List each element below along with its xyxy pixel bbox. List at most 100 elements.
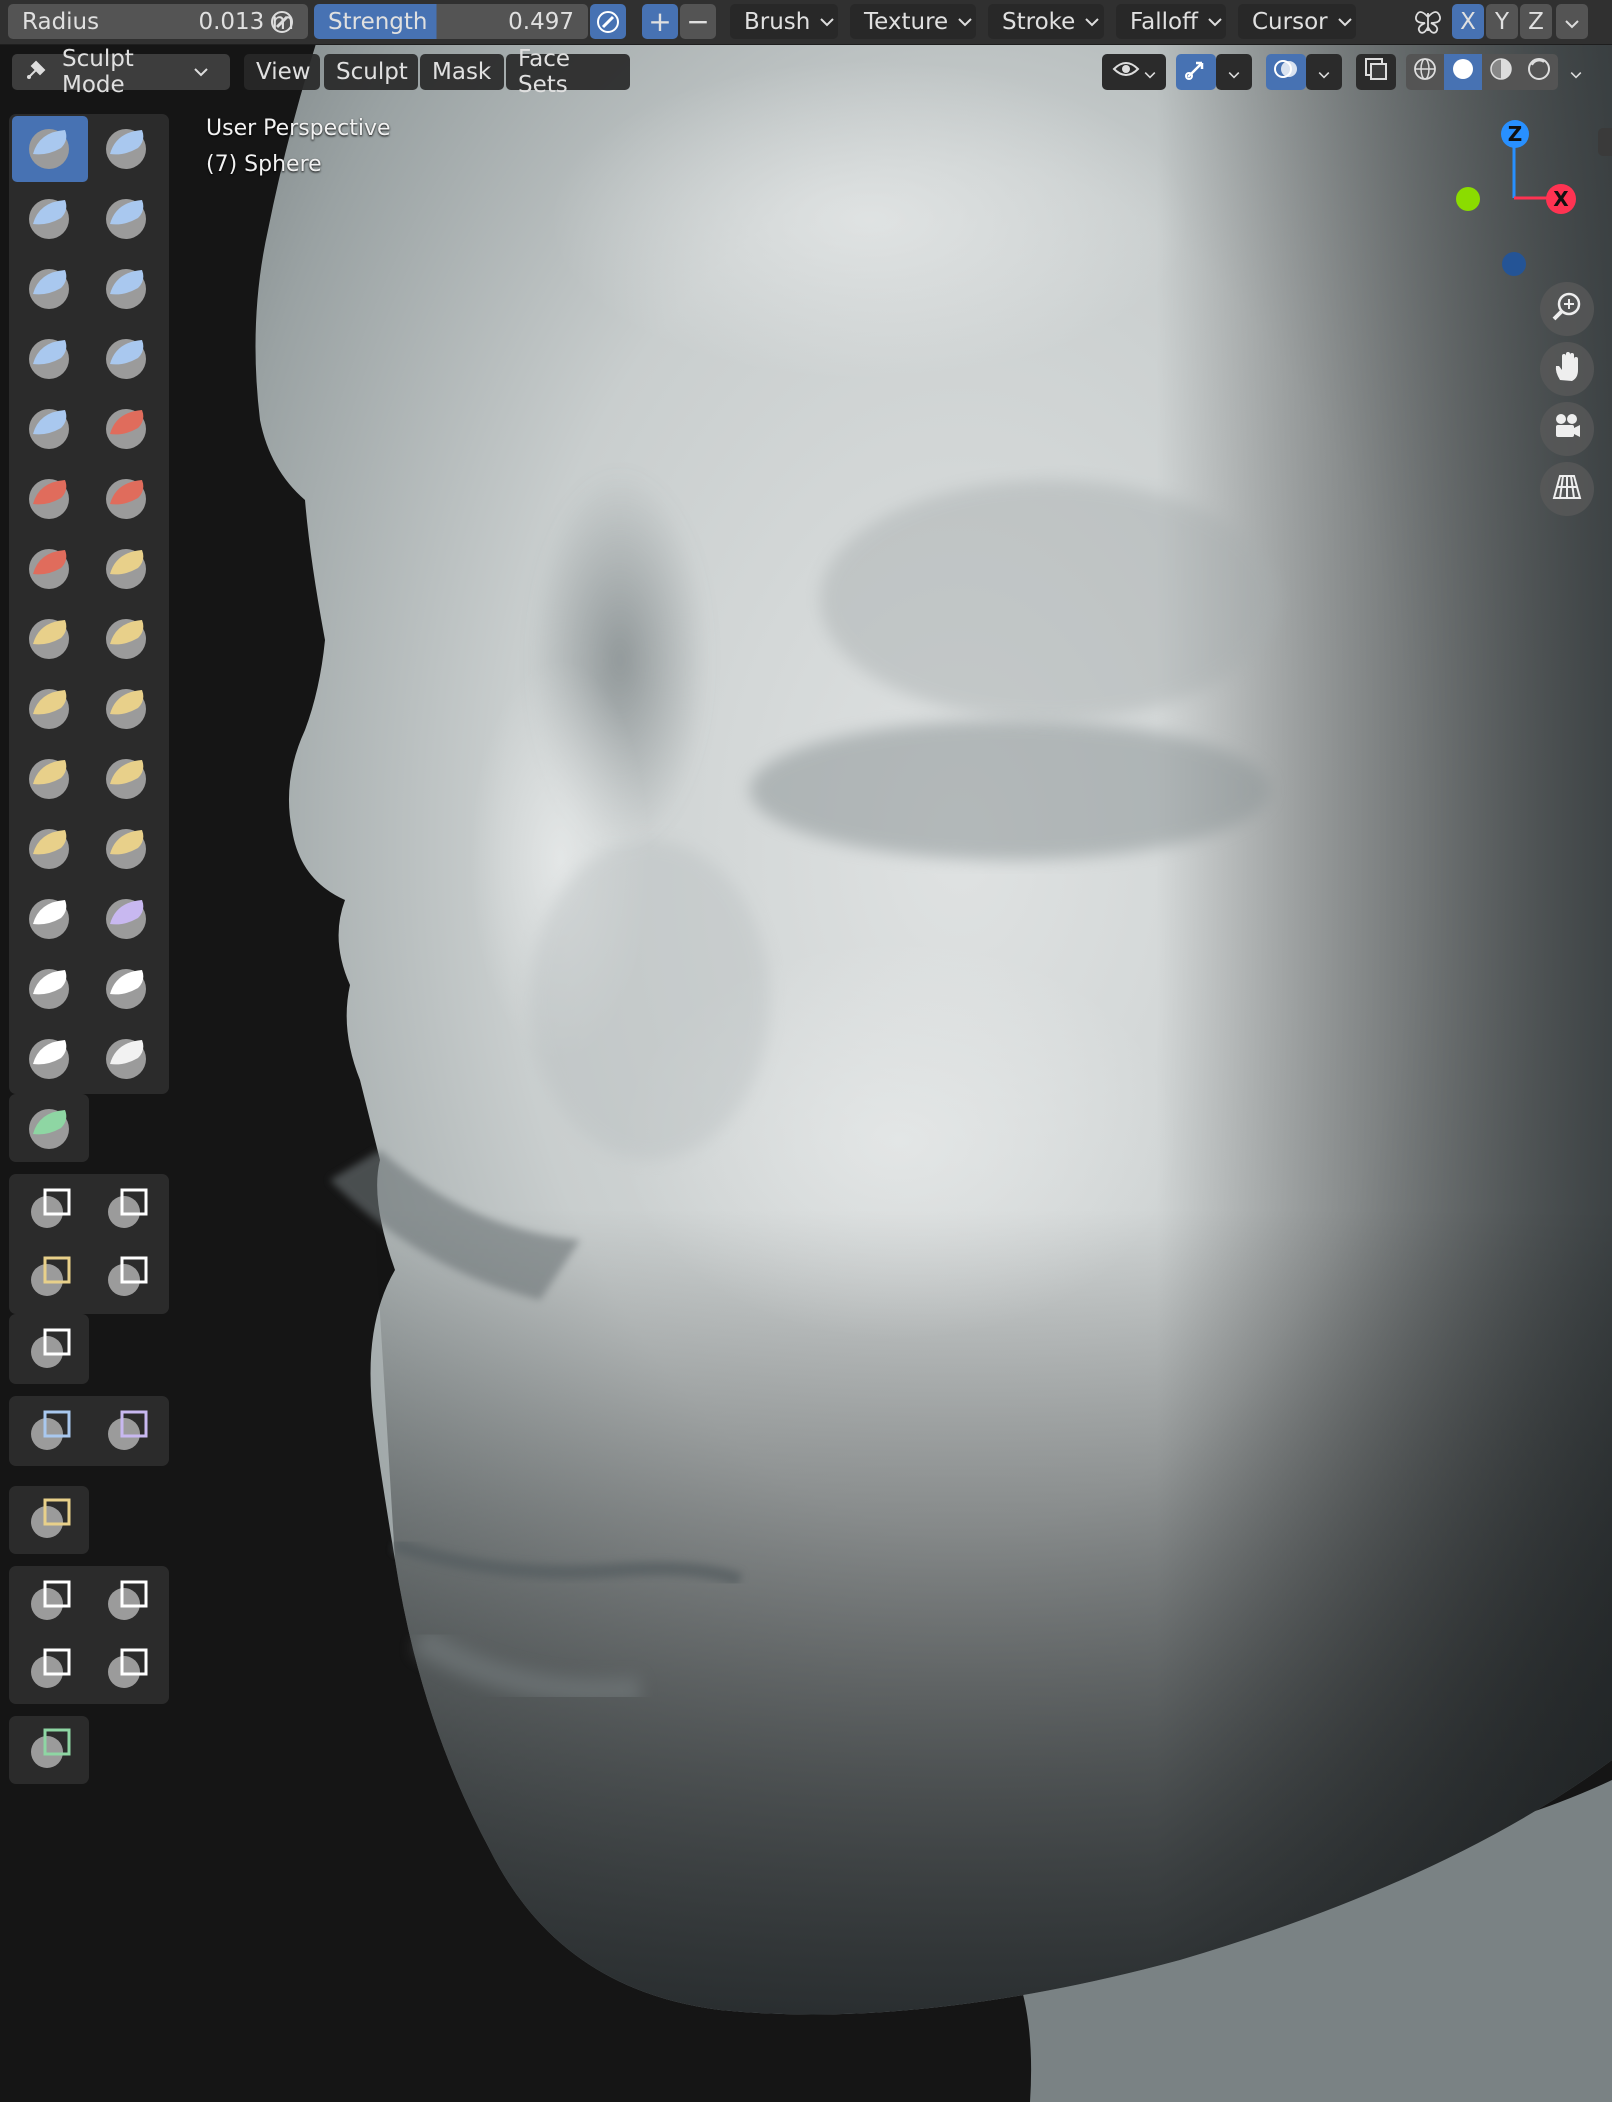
radius-pressure-icon[interactable] bbox=[264, 4, 300, 39]
gizmo-toggle[interactable] bbox=[1176, 54, 1216, 90]
tool-rotate[interactable] bbox=[89, 816, 165, 882]
brush-menu-label: Brush bbox=[744, 8, 811, 35]
tool-inflate[interactable] bbox=[12, 326, 88, 392]
direction-add-button[interactable]: + bbox=[642, 4, 678, 39]
mode-selector[interactable]: Sculpt Mode bbox=[12, 46, 230, 98]
shading-solid-button[interactable] bbox=[1444, 54, 1482, 90]
shading-wireframe-button[interactable] bbox=[1406, 54, 1444, 90]
pan-button[interactable] bbox=[1540, 342, 1594, 396]
falloff-menu[interactable]: Falloff bbox=[1116, 4, 1226, 39]
tool-simplify[interactable] bbox=[89, 956, 165, 1022]
tool-smooth[interactable] bbox=[89, 396, 165, 462]
tool-mesh-filter[interactable] bbox=[12, 1398, 88, 1464]
tool-draw-sharp[interactable] bbox=[89, 116, 165, 182]
tool-mask-box[interactable] bbox=[12, 1176, 88, 1242]
tool-mask[interactable] bbox=[12, 1026, 88, 1092]
tool-thumb[interactable] bbox=[12, 746, 88, 812]
tool-grab[interactable] bbox=[89, 606, 165, 672]
tool-pinch[interactable] bbox=[12, 606, 88, 672]
tool-clay-strips[interactable] bbox=[89, 186, 165, 252]
gizmo-x-axis[interactable]: X bbox=[1546, 184, 1576, 214]
chevron-down-icon bbox=[1570, 59, 1582, 85]
material-sphere-icon bbox=[1488, 56, 1514, 88]
tool-cloth[interactable] bbox=[12, 956, 88, 1022]
draw-brush-icon bbox=[25, 122, 75, 176]
mirror-z-toggle[interactable]: Z bbox=[1520, 4, 1552, 39]
tool-clay[interactable] bbox=[12, 186, 88, 252]
overlays-toggle[interactable] bbox=[1266, 54, 1306, 90]
tool-elastic-deform[interactable] bbox=[12, 676, 88, 742]
strength-pressure-icon[interactable] bbox=[590, 4, 626, 39]
tool-flatten[interactable] bbox=[12, 466, 88, 532]
transform-icon bbox=[102, 1642, 152, 1696]
tool-line-project[interactable] bbox=[12, 1316, 88, 1382]
mirror-x-toggle[interactable]: X bbox=[1452, 4, 1484, 39]
viewport-3d[interactable] bbox=[0, 0, 1612, 2102]
overlays-dropdown[interactable] bbox=[1306, 54, 1342, 90]
tool-cloth-filter[interactable] bbox=[89, 1398, 165, 1464]
mirror-butterfly-icon bbox=[1408, 4, 1448, 39]
brush-menu[interactable]: Brush bbox=[730, 4, 838, 39]
tool-snake-hook[interactable] bbox=[89, 676, 165, 742]
tool-hide-box[interactable] bbox=[89, 1176, 165, 1242]
tool-nudge[interactable] bbox=[12, 816, 88, 882]
rendered-sphere-icon bbox=[1526, 56, 1552, 88]
zoom-button[interactable] bbox=[1540, 282, 1594, 336]
gizmo-z-axis[interactable]: Z bbox=[1501, 120, 1529, 148]
tool-scrape[interactable] bbox=[12, 536, 88, 602]
xray-toggle[interactable] bbox=[1356, 54, 1396, 90]
ortho-toggle-button[interactable] bbox=[1540, 462, 1594, 516]
navigation-gizmo[interactable]: Z X bbox=[1440, 110, 1590, 290]
tool-crease[interactable] bbox=[12, 396, 88, 462]
tool-scale[interactable] bbox=[12, 1636, 88, 1702]
tool-fill[interactable] bbox=[89, 466, 165, 532]
stroke-menu-label: Stroke bbox=[1002, 8, 1076, 35]
visibility-dropdown[interactable] bbox=[1102, 54, 1166, 90]
tool-color-filter[interactable] bbox=[12, 1486, 88, 1552]
thumb-brush-icon bbox=[25, 752, 75, 806]
camera-view-button[interactable] bbox=[1540, 402, 1594, 456]
mask-menu[interactable]: Mask bbox=[420, 54, 504, 90]
tool-slide-relax[interactable] bbox=[12, 886, 88, 952]
mirror-y-toggle[interactable]: Y bbox=[1486, 4, 1518, 39]
face-set-box-icon bbox=[25, 1250, 75, 1304]
view-menu[interactable]: View bbox=[244, 54, 320, 90]
tool-rotate[interactable] bbox=[89, 1568, 165, 1634]
tool-blob[interactable] bbox=[89, 326, 165, 392]
blob-brush-icon bbox=[102, 332, 152, 386]
tool-trim-box[interactable] bbox=[89, 1244, 165, 1310]
direction-subtract-button[interactable]: − bbox=[680, 4, 716, 39]
tool-draw-face-sets[interactable] bbox=[89, 1026, 165, 1092]
camera-icon bbox=[1550, 410, 1584, 448]
stroke-menu[interactable]: Stroke bbox=[988, 4, 1104, 39]
mask-brush-icon bbox=[25, 1032, 75, 1086]
tool-pose[interactable] bbox=[89, 746, 165, 812]
gizmo-y-axis[interactable] bbox=[1456, 187, 1480, 211]
face-sets-menu[interactable]: Face Sets bbox=[506, 46, 630, 98]
tool-transform[interactable] bbox=[89, 1636, 165, 1702]
tool-layer[interactable] bbox=[89, 256, 165, 322]
crease-brush-icon bbox=[25, 402, 75, 456]
tool-multiplane-scrape[interactable] bbox=[89, 536, 165, 602]
tool-face-set-box[interactable] bbox=[12, 1244, 88, 1310]
tool-multires-displacement-eraser[interactable] bbox=[12, 1096, 88, 1162]
strength-field[interactable]: Strength 0.497 bbox=[314, 4, 588, 39]
strength-label: Strength bbox=[328, 8, 428, 35]
gizmo-neg-z-axis[interactable] bbox=[1502, 252, 1526, 276]
tool-annotate[interactable] bbox=[12, 1716, 88, 1782]
tool-clay-thumb[interactable] bbox=[12, 256, 88, 322]
gizmo-dropdown[interactable] bbox=[1216, 54, 1252, 90]
sculpt-menu[interactable]: Sculpt bbox=[324, 54, 418, 90]
tool-move[interactable] bbox=[12, 1568, 88, 1634]
shading-dropdown[interactable] bbox=[1560, 54, 1592, 90]
radius-field[interactable]: Radius 0.013 m bbox=[8, 4, 308, 39]
mirror-options-dropdown[interactable] bbox=[1556, 4, 1588, 39]
shading-material-button[interactable] bbox=[1482, 54, 1520, 90]
shading-rendered-button[interactable] bbox=[1520, 54, 1558, 90]
sidebar-toggle-tab[interactable] bbox=[1598, 128, 1612, 156]
tool-draw[interactable] bbox=[12, 116, 88, 182]
add-symbol: + bbox=[648, 5, 672, 38]
tool-boundary[interactable] bbox=[89, 886, 165, 952]
texture-menu[interactable]: Texture bbox=[850, 4, 976, 39]
cursor-menu[interactable]: Cursor bbox=[1238, 4, 1356, 39]
